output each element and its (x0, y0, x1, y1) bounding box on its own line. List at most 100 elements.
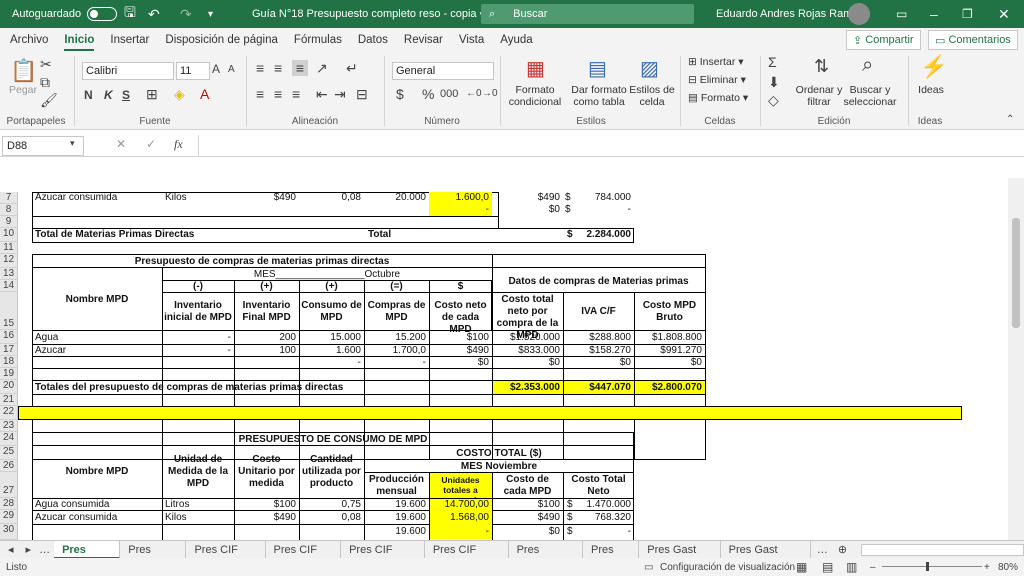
cell-d29[interactable]: $490 (234, 512, 298, 524)
page-break-icon[interactable]: ▥ (846, 560, 857, 574)
insert-cells-button[interactable]: ⊞ Insertar ▾ (688, 56, 744, 68)
cell-i18[interactable]: $0 (563, 357, 633, 369)
sheet-tab[interactable]: Pres CIF Mat (186, 540, 266, 574)
cell-g30[interactable]: - (429, 526, 491, 538)
scroll-thumb[interactable] (1012, 218, 1020, 328)
font-size-combo[interactable]: 11 (176, 62, 210, 80)
align-center-icon[interactable]: ≡ (274, 86, 282, 102)
cell-i8[interactable]: - (575, 204, 633, 216)
row-header[interactable]: 24 (0, 432, 18, 446)
add-sheet-icon[interactable]: ⊕ (834, 541, 851, 559)
cell-f18[interactable]: - (364, 357, 428, 369)
cell-h29[interactable]: $490 (492, 512, 562, 524)
align-middle-icon[interactable]: ≡ (274, 60, 282, 76)
row-header[interactable]: 29 (0, 510, 18, 524)
cell-c28[interactable]: Litros (163, 499, 233, 511)
row-header[interactable]: 7 (0, 192, 18, 204)
search-box[interactable]: ⌕ Buscar (481, 4, 694, 24)
currency-icon[interactable]: $ (396, 86, 404, 102)
row-header[interactable]: 22 (0, 406, 18, 420)
row-header[interactable]: 27 (0, 472, 18, 498)
bold-button[interactable]: N (84, 88, 93, 102)
row-header[interactable]: 21 (0, 394, 18, 406)
cell-i28[interactable]: 1.470.000 (575, 499, 633, 511)
tab-formulas[interactable]: Fórmulas (286, 28, 350, 52)
cell-b7[interactable]: Azucar consumida (33, 192, 161, 204)
copy-icon[interactable]: ⧉ (40, 74, 50, 91)
row-header[interactable]: 13 (0, 268, 18, 280)
cell-d7[interactable]: $490 (234, 192, 298, 204)
cell-styles-icon[interactable]: ▨ (640, 56, 659, 81)
cancel-icon[interactable]: ✕ (116, 137, 126, 151)
cell-e7[interactable]: 0,08 (299, 192, 363, 204)
close-icon[interactable]: ✕ (998, 0, 1010, 28)
zoom-slider-thumb[interactable] (926, 562, 929, 571)
cell-g28[interactable]: 14.700,00 (429, 499, 491, 511)
cell-g8[interactable]: - (429, 204, 491, 216)
sheet-tab[interactable]: Pres CIF Ins (266, 540, 342, 574)
cell-f10[interactable]: Total (366, 229, 426, 241)
cell-b29[interactable]: Azucar consumida (33, 512, 161, 524)
cell-i10[interactable]: 2.284.000 (575, 229, 633, 241)
fill-color-icon[interactable]: ◈ (174, 86, 185, 103)
tab-inicio[interactable]: Inicio (56, 28, 102, 52)
display-settings[interactable]: Configuración de visualización (660, 562, 795, 573)
row-header[interactable]: 20 (0, 380, 18, 394)
cell-d17[interactable]: 100 (234, 345, 298, 357)
sheet-tab[interactable]: Pres CIF Fijos (341, 540, 425, 574)
cell-h20[interactable]: $2.353.000 (492, 382, 562, 394)
cell-h17[interactable]: $833.000 (492, 345, 562, 357)
cell-c17[interactable]: - (162, 345, 233, 357)
row-header[interactable]: 28 (0, 498, 18, 510)
row-header[interactable]: 14 (0, 280, 18, 292)
tab-ayuda[interactable]: Ayuda (492, 28, 540, 52)
cell-i17[interactable]: $158.270 (563, 345, 633, 357)
undo-icon[interactable]: ↶ (148, 0, 160, 28)
customize-toolbar-icon[interactable]: ▾ (208, 0, 213, 28)
share-button[interactable]: ⇪ Compartir (846, 30, 921, 50)
row-header[interactable]: 17 (0, 344, 18, 356)
indent-increase-icon[interactable]: ⇥ (334, 86, 346, 103)
sheet-tab-pres-mpd[interactable]: Pres MPD (54, 540, 121, 574)
sheet-tab[interactable]: Pres CV (583, 540, 640, 574)
align-left-icon[interactable]: ≡ (256, 86, 264, 102)
italic-button[interactable]: K (104, 88, 113, 102)
name-box-dropdown-icon[interactable]: ▾ (70, 138, 75, 149)
avatar[interactable] (848, 3, 870, 25)
row-header[interactable]: 10 (0, 228, 18, 242)
sheet-tab[interactable]: Pres Gast REM (721, 540, 811, 574)
cell-f17[interactable]: 1.700,0 (364, 345, 428, 357)
normal-view-icon[interactable]: ▦ (796, 560, 807, 574)
fill-icon[interactable]: ⬇ (768, 74, 780, 91)
cell-f16[interactable]: 15.200 (364, 332, 428, 344)
cell-e28[interactable]: 0,75 (299, 499, 363, 511)
cell-h18[interactable]: $0 (492, 357, 562, 369)
shrink-font-icon[interactable]: A (228, 64, 235, 75)
minimize-icon[interactable]: – (930, 0, 938, 28)
cell-d16[interactable]: 200 (234, 332, 298, 344)
cell-i20[interactable]: $447.070 (563, 382, 633, 394)
sheet-tab[interactable]: Pres Gast FIJ (639, 540, 721, 574)
cell-c29[interactable]: Kilos (163, 512, 233, 524)
tab-revisar[interactable]: Revisar (396, 28, 451, 52)
find-select-button[interactable]: Buscar y seleccionar (842, 84, 898, 108)
comments-button[interactable]: ▭ Comentarios (928, 30, 1018, 50)
cell-c7[interactable]: Kilos (163, 192, 233, 204)
row-header[interactable]: 16 (0, 330, 18, 344)
cell-b10[interactable]: Total de Materias Primas Directas (33, 229, 233, 241)
borders-icon[interactable]: ⊞ (146, 86, 158, 103)
row-header[interactable]: 11 (0, 242, 18, 254)
row-header[interactable]: 12 (0, 254, 18, 268)
sort-filter-icon[interactable]: ⇅ (814, 56, 829, 77)
merge-center-icon[interactable]: ⊟ (356, 86, 368, 103)
clipboard-icon[interactable]: 📋 (10, 58, 37, 84)
conditional-format-icon[interactable]: ▦ (526, 56, 545, 81)
tab-archivo[interactable]: Archivo (2, 28, 56, 52)
cell-h7[interactable]: $490 (492, 192, 562, 204)
sheet-tab[interactable]: Pres CIF Rem (425, 540, 509, 574)
cell-f28[interactable]: 19.600 (364, 499, 428, 511)
align-top-icon[interactable]: ≡ (256, 60, 264, 76)
comma-style-icon[interactable]: 000 (440, 88, 458, 100)
page-layout-icon[interactable]: ▤ (822, 560, 833, 574)
restore-icon[interactable]: ❐ (962, 0, 973, 28)
